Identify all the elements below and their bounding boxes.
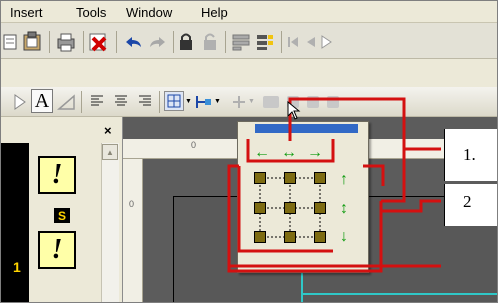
mouse-cursor-icon <box>287 101 301 120</box>
callout-2-box: 2 <box>444 184 497 226</box>
red-callout-lines <box>227 97 441 273</box>
callout-2-label: 2 <box>463 192 472 211</box>
app-window: Insert Tools Window Help A ▼ ▼ ▼ × ! S !… <box>0 0 498 303</box>
callout-1-label: 1. <box>463 145 476 164</box>
callout-1-box: 1. <box>444 129 497 181</box>
